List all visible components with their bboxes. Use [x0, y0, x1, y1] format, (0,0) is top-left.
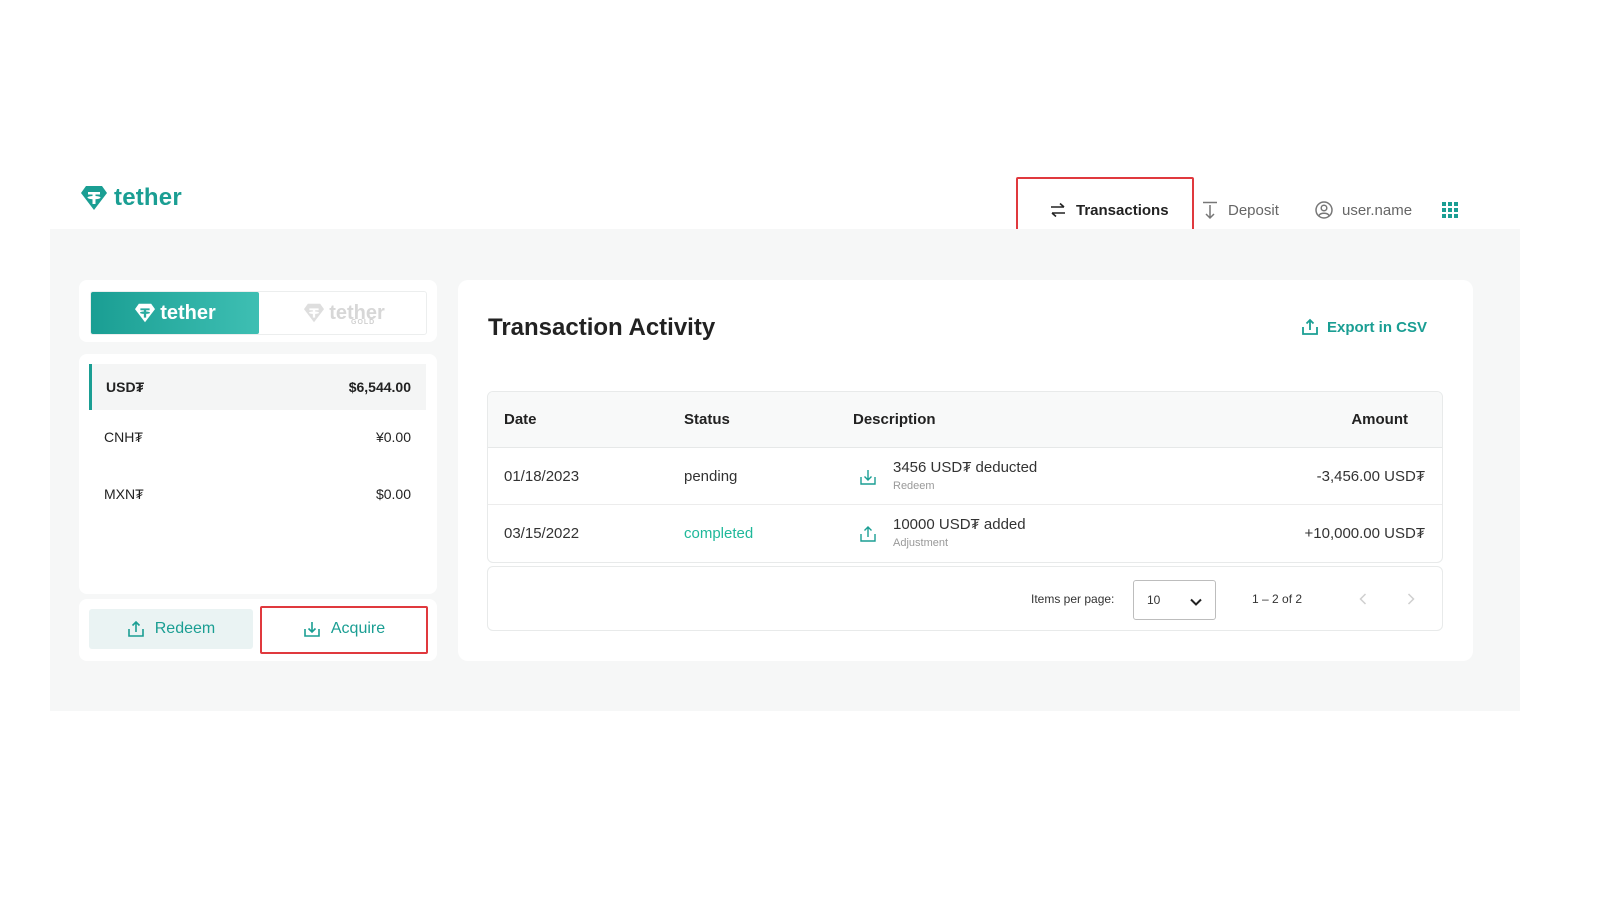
row-type: Adjustment — [893, 537, 949, 549]
nav-transactions-label: Transactions — [1076, 201, 1169, 219]
brand-tab-tether[interactable]: tether — [91, 292, 259, 334]
upload-icon — [860, 526, 876, 542]
export-csv-label: Export in CSV — [1326, 318, 1427, 336]
export-icon — [1302, 318, 1318, 335]
download-icon — [860, 470, 876, 485]
column-header-description[interactable]: Description — [853, 411, 936, 428]
next-page-button[interactable] — [1400, 588, 1422, 610]
chevron-down-icon — [1190, 598, 1202, 606]
brand-tab-tether-gold[interactable]: tether GOLD — [260, 292, 428, 334]
table-header: Date Status Description Amount — [488, 392, 1442, 448]
apps-grid-button[interactable] — [1440, 190, 1460, 230]
transactions-table: Date Status Description Amount 01/18/202… — [487, 391, 1443, 563]
tether-gold-diamond-icon — [304, 303, 325, 323]
logo-text: tether — [114, 184, 182, 211]
paginator: Items per page: 10 1 – 2 of 2 — [487, 566, 1443, 631]
row-status: completed — [684, 525, 754, 542]
currency-code: USD₮ — [106, 379, 145, 395]
items-per-page-select[interactable]: 10 — [1133, 580, 1216, 620]
tether-diamond-icon — [135, 303, 156, 323]
user-avatar-icon — [1315, 201, 1333, 219]
redeem-label: Redeem — [154, 620, 216, 637]
items-per-page-label: Items per page: — [1031, 592, 1115, 606]
currency-amount: ¥0.00 — [375, 429, 411, 445]
row-amount: -3,456.00 USD₮ — [1316, 468, 1425, 485]
balance-row-cnht[interactable]: CNH₮ ¥0.00 — [89, 414, 426, 460]
balances-card: USD₮ $6,544.00 CNH₮ ¥0.00 MXN₮ $0.00 — [79, 354, 437, 594]
row-date: 03/15/2022 — [504, 525, 580, 542]
nav-deposit[interactable]: Deposit — [1200, 190, 1279, 230]
brand-tab-tether-label: tether — [160, 301, 216, 324]
download-icon — [304, 622, 320, 637]
balance-row-usdt[interactable]: USD₮ $6,544.00 — [89, 364, 426, 410]
column-header-status[interactable]: Status — [684, 411, 730, 428]
actions-card: Redeem Acquire — [79, 599, 437, 661]
table-row[interactable]: 03/15/2022 completed 10000 USD₮ added Ad… — [488, 505, 1442, 562]
currency-amount: $6,544.00 — [348, 379, 411, 395]
brand-switch-card: tether tether GOLD — [79, 280, 437, 342]
brand-tab-gold-sublabel: GOLD — [351, 319, 376, 326]
currency-amount: $0.00 — [375, 486, 411, 502]
currency-code: CNH₮ — [104, 429, 143, 445]
row-description: 3456 USD₮ deducted — [893, 459, 1038, 476]
nav-user-menu[interactable]: user.name — [1314, 190, 1412, 230]
row-date: 01/18/2023 — [504, 468, 580, 485]
brand-switch: tether tether GOLD — [90, 291, 427, 335]
acquire-button[interactable]: Acquire — [262, 609, 426, 649]
apps-grid-icon — [1442, 202, 1458, 218]
items-per-page-value: 10 — [1147, 593, 1161, 607]
row-amount: +10,000.00 USD₮ — [1304, 525, 1426, 542]
nav-deposit-label: Deposit — [1228, 201, 1279, 219]
acquire-label: Acquire — [330, 620, 386, 637]
export-csv-button[interactable]: Export in CSV — [1301, 318, 1427, 336]
balance-row-mxnt[interactable]: MXN₮ $0.00 — [89, 471, 426, 517]
row-status: pending — [684, 468, 738, 485]
tether-logo[interactable]: tether — [80, 183, 182, 213]
currency-code: MXN₮ — [104, 486, 144, 502]
redeem-button[interactable]: Redeem — [89, 609, 253, 649]
nav-transactions[interactable]: Transactions — [1048, 190, 1169, 242]
table-row[interactable]: 01/18/2023 pending 3456 USD₮ deducted Re… — [488, 448, 1442, 505]
row-type: Redeem — [893, 480, 935, 492]
nav-user-label: user.name — [1342, 201, 1413, 219]
previous-page-button[interactable] — [1352, 588, 1374, 610]
transaction-activity-card: Transaction Activity Export in CSV Date … — [458, 280, 1473, 661]
page-range-label: 1 – 2 of 2 — [1252, 592, 1303, 606]
column-header-amount[interactable]: Amount — [1351, 411, 1408, 428]
upload-icon — [127, 620, 144, 637]
column-header-date[interactable]: Date — [504, 411, 537, 428]
page-title: Transaction Activity — [488, 314, 716, 341]
deposit-arrow-icon — [1203, 201, 1217, 220]
row-description: 10000 USD₮ added — [893, 516, 1026, 533]
swap-arrows-icon — [1051, 202, 1065, 218]
tether-diamond-icon — [81, 186, 107, 210]
